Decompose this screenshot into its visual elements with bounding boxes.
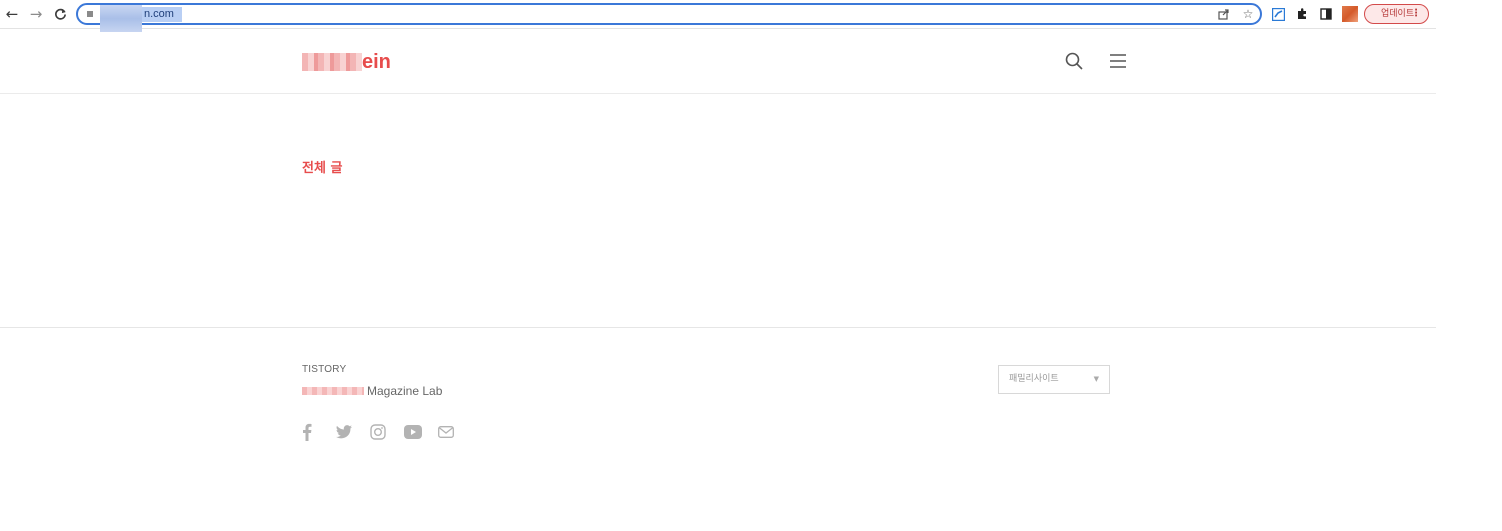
chevron-down-icon: ▼ [1093,375,1099,383]
menu-icon[interactable] [1108,51,1130,73]
site-footer: TISTORY Magazine Lab 패밀리사이트 ▼ [0,327,1436,531]
share-icon[interactable] [1216,6,1232,22]
footer-brand: TISTORY [302,364,347,375]
extension-blue-icon[interactable] [1270,6,1286,22]
more-menu-icon[interactable]: ⋮ [1411,5,1421,23]
site-logo[interactable]: ein [302,49,391,75]
logo-redacted [302,53,362,71]
forward-icon[interactable]: → [28,5,44,23]
url-text[interactable]: n.com [144,7,174,22]
star-icon[interactable]: ☆ [1240,6,1256,22]
youtube-icon[interactable] [404,422,438,442]
twitter-icon[interactable] [336,422,370,442]
back-icon[interactable]: ← [4,5,20,23]
site-info-icon[interactable] [87,11,93,17]
family-site-label: 패밀리사이트 [1009,374,1059,384]
social-links [302,422,472,442]
profile-avatar[interactable] [1342,6,1358,22]
update-label: 업데이트 [1381,9,1415,19]
puzzle-icon[interactable] [1294,6,1310,22]
logo-text: ein [362,50,391,73]
name-redacted [302,387,364,395]
update-button[interactable]: 업데이트 ⋮ [1364,4,1429,24]
url-redacted [100,5,142,32]
site-header: ein [0,29,1436,94]
footer-tagline-row: Magazine Lab [302,384,442,398]
reload-icon[interactable] [52,5,68,23]
search-icon[interactable] [1064,51,1086,73]
address-bar[interactable]: n.com ☆ [76,3,1262,32]
browser-toolbar: ← → n.com ☆ 업데이트 ⋮ [0,0,1436,32]
family-site-select[interactable]: 패밀리사이트 ▼ [998,365,1110,394]
footer-tagline: Magazine Lab [367,384,443,398]
mail-icon[interactable] [438,422,472,442]
sidepanel-icon[interactable] [1318,6,1334,22]
category-title: 전체 글 [302,161,343,176]
facebook-icon[interactable] [302,422,336,442]
instagram-icon[interactable] [370,422,404,442]
